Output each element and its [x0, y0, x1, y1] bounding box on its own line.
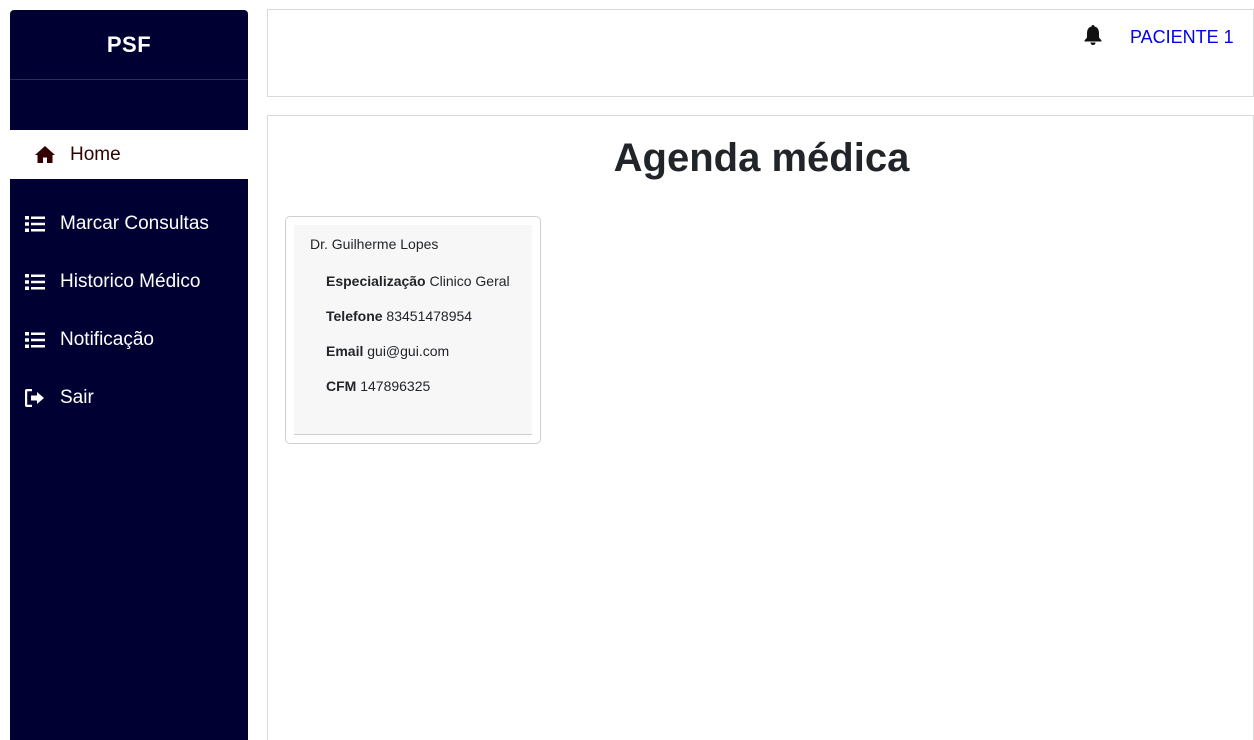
field-value: Clinico Geral: [429, 273, 510, 289]
bell-icon[interactable]: [1083, 24, 1103, 46]
field-label: Email: [326, 343, 364, 359]
doctor-name: Dr. Guilherme Lopes: [310, 236, 439, 252]
sidebar-item-sair[interactable]: Sair: [10, 369, 248, 427]
field-value: gui@gui.com: [367, 343, 450, 359]
sidebar-item-label: Notificação: [60, 329, 154, 350]
brand-logo[interactable]: PSF: [10, 10, 248, 80]
field-value: 147896325: [360, 378, 431, 394]
field-value: 83451478954: [386, 308, 473, 324]
top-navbar: PACIENTE 1: [267, 9, 1254, 97]
user-profile-link[interactable]: PACIENTE 1: [1130, 27, 1234, 48]
list-icon: [24, 214, 46, 234]
list-icon: [24, 330, 46, 350]
sidebar-nav: Home Marcar Consultas Historico Médico N…: [10, 130, 248, 427]
main-content: Agenda médica Dr. Guilherme Lopes Especi…: [267, 115, 1254, 740]
cfm-field: CFM 147896325: [326, 378, 430, 394]
home-icon: [34, 145, 56, 165]
sidebar-item-marcar-consultas[interactable]: Marcar Consultas: [10, 195, 248, 253]
list-icon: [24, 272, 46, 292]
specialization-field: Especialização Clinico Geral: [326, 273, 510, 289]
sidebar-item-notificacao[interactable]: Notificação: [10, 311, 248, 369]
field-label: Especialização: [326, 273, 426, 289]
field-label: Telefone: [326, 308, 383, 324]
field-label: CFM: [326, 378, 357, 394]
sidebar-item-home[interactable]: Home: [10, 130, 248, 179]
sign-out-icon: [24, 388, 46, 408]
sidebar-item-label: Sair: [60, 387, 94, 408]
email-field: Email gui@gui.com: [326, 343, 449, 359]
doctor-card[interactable]: Dr. Guilherme Lopes Especialização Clini…: [285, 216, 541, 444]
doctor-card-body: Dr. Guilherme Lopes Especialização Clini…: [294, 225, 532, 435]
sidebar: PSF Home Marcar Consultas Historico Médi…: [10, 10, 248, 740]
sidebar-item-label: Historico Médico: [60, 271, 201, 292]
sidebar-item-label: Home: [70, 143, 121, 165]
sidebar-item-historico-medico[interactable]: Historico Médico: [10, 253, 248, 311]
page-title: Agenda médica: [613, 136, 910, 180]
sidebar-item-label: Marcar Consultas: [60, 213, 209, 234]
phone-field: Telefone 83451478954: [326, 308, 472, 324]
